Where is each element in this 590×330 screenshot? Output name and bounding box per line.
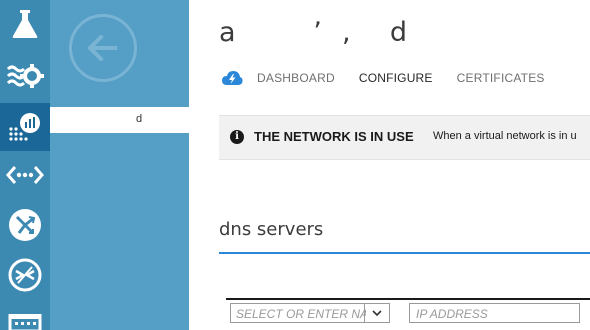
- dns-name-input[interactable]: SELECT OR ENTER NAM: [236, 307, 366, 321]
- main-content: a ʼ , d DASHBOARD CONFIGURE CERTIFICATES…: [189, 0, 590, 330]
- navigation-blade: d: [50, 0, 189, 330]
- table-header-divider: [226, 298, 590, 300]
- rail-item-remote-connect[interactable]: [0, 251, 50, 299]
- info-icon: i: [230, 130, 244, 144]
- rail-item-network[interactable]: [0, 151, 50, 199]
- tab-dashboard[interactable]: DASHBOARD: [257, 71, 335, 85]
- back-arrow-icon: [87, 35, 117, 61]
- blade-selected-label: d: [136, 113, 143, 125]
- chevron-down-icon: [372, 309, 382, 316]
- ip-address-field[interactable]: IP ADDRESS: [409, 303, 580, 323]
- traffic-manager-icon: [9, 209, 41, 241]
- analytics-icon: [9, 113, 40, 141]
- cloud-service-icon: [222, 71, 243, 85]
- network-in-use-banner: i THE NETWORK IS IN USE When a virtual n…: [219, 115, 590, 160]
- blade-selected-item[interactable]: d: [50, 107, 189, 133]
- gears-icon: [6, 64, 44, 88]
- banner-title: THE NETWORK IS IN USE: [254, 129, 414, 144]
- tab-configure[interactable]: CONFIGURE: [359, 71, 433, 85]
- rail-item-flask[interactable]: [0, 0, 50, 48]
- section-divider: [219, 252, 590, 254]
- icon-rail: [0, 0, 50, 330]
- remote-connect-icon: [8, 258, 42, 292]
- tab-certificates[interactable]: CERTIFICATES: [457, 71, 545, 85]
- rail-item-gears[interactable]: [0, 52, 50, 100]
- rail-item-calendar[interactable]: [0, 304, 50, 330]
- back-button[interactable]: [69, 14, 137, 82]
- flask-icon: [12, 10, 38, 38]
- calendar-icon: [8, 314, 42, 330]
- tab-bar: DASHBOARD CONFIGURE CERTIFICATES: [221, 66, 569, 90]
- dns-servers-heading: dns servers: [219, 219, 324, 240]
- dns-name-combobox[interactable]: SELECT OR ENTER NAM: [230, 303, 390, 323]
- ip-address-input[interactable]: IP ADDRESS: [416, 307, 488, 321]
- rail-item-analytics[interactable]: [0, 103, 50, 151]
- resource-title: a ʼ , d: [219, 17, 409, 48]
- banner-message: When a virtual network is in u: [433, 130, 577, 142]
- dns-name-dropdown-button[interactable]: [364, 304, 389, 322]
- network-icon: [6, 166, 44, 184]
- rail-item-traffic-manager[interactable]: [0, 201, 50, 249]
